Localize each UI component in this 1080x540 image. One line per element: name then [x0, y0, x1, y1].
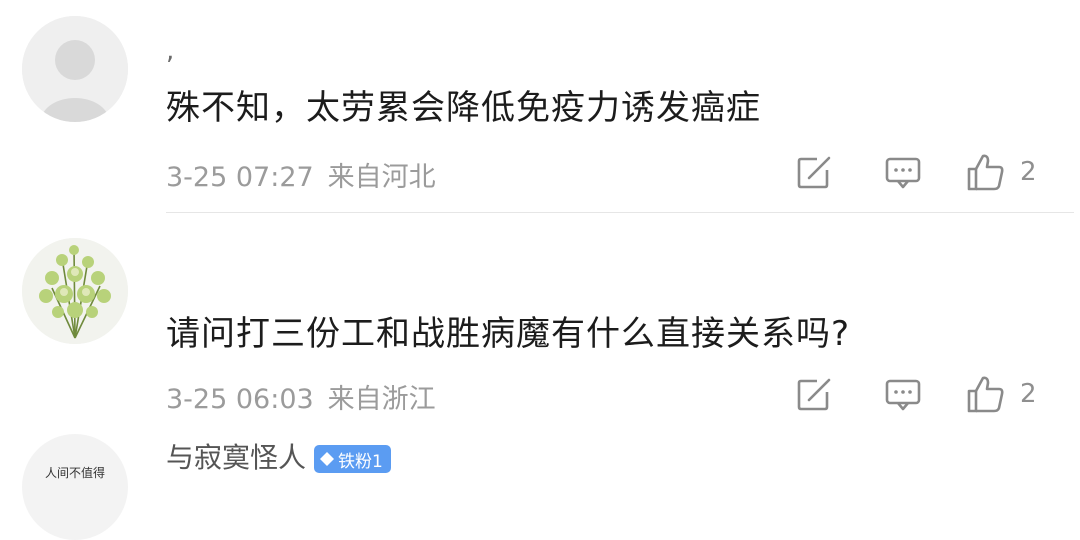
avatar[interactable]: 人间不值得 — [22, 434, 128, 540]
comment-actions: 2 — [0, 372, 1080, 418]
comment-item: 人间不值得 与寂寞怪人 铁粉1 — [0, 424, 1080, 540]
comment-text: 请问打三份工和战胜病魔有什么直接关系吗? — [166, 314, 851, 354]
avatar[interactable] — [22, 16, 128, 122]
username[interactable]: , — [166, 36, 174, 66]
like-count: 2 — [1020, 157, 1037, 187]
edit-button[interactable] — [797, 156, 833, 190]
avatar-text: 人间不值得 — [44, 466, 105, 480]
username-text[interactable]: 与寂寞怪人 — [166, 441, 306, 474]
comment-icon — [885, 379, 921, 411]
flower-photo — [22, 238, 128, 344]
comment-actions: 2 — [0, 150, 1080, 196]
badge-label: 铁粉1 — [338, 451, 383, 472]
like-button[interactable]: 2 — [966, 152, 1037, 192]
like-count: 2 — [1020, 379, 1037, 409]
divider — [166, 212, 1074, 213]
thumbs-up-icon — [967, 376, 1004, 413]
comment-item: 请问打三份工和战胜病魔有什么直接关系吗? 3-25 06:03 来自浙江 2 — [0, 214, 1080, 424]
comment-icon — [885, 157, 921, 189]
like-button[interactable]: 2 — [966, 374, 1037, 414]
default-user-icon — [22, 16, 128, 122]
edit-button[interactable] — [797, 378, 833, 412]
reply-button[interactable] — [885, 378, 921, 412]
avatar[interactable] — [22, 238, 128, 344]
thumbs-up-icon — [967, 154, 1004, 191]
fan-badge: 铁粉1 — [314, 445, 391, 473]
reply-button[interactable] — [885, 156, 921, 190]
comment-item: , 殊不知，太劳累会降低免疫力诱发癌症 3-25 07:27 来自河北 2 — [0, 0, 1080, 214]
edit-icon — [797, 378, 831, 411]
comment-text: 殊不知，太劳累会降低免疫力诱发癌症 — [166, 88, 761, 128]
edit-icon — [797, 156, 831, 189]
diamond-icon — [320, 452, 335, 466]
username: 与寂寞怪人 铁粉1 — [166, 436, 391, 476]
